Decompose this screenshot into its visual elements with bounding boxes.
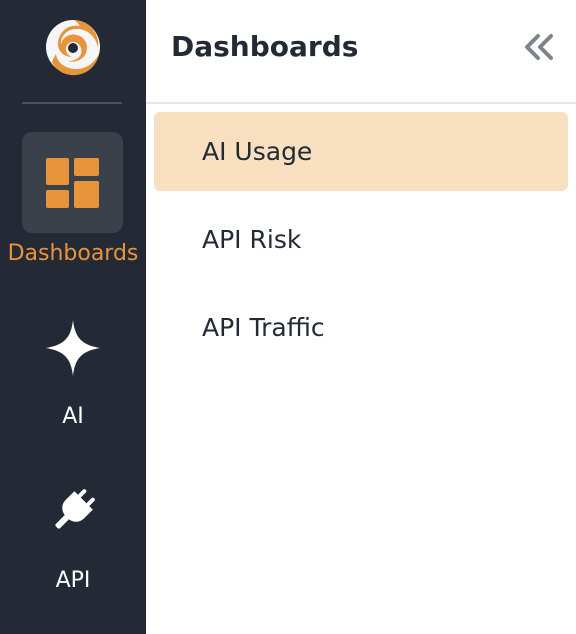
dashboard-grid-icon	[46, 158, 99, 208]
dashboard-item-api-traffic[interactable]: API Traffic	[154, 288, 568, 367]
double-chevron-left-icon	[525, 34, 553, 60]
rail-item-ai[interactable]: AI	[0, 316, 146, 436]
rail-item-dashboards-highlight	[22, 132, 123, 233]
dashboard-list: AI Usage API Risk API Traffic	[154, 112, 568, 376]
icon-rail: Dashboards AI API	[0, 0, 146, 634]
rail-item-api[interactable]: API	[0, 484, 146, 604]
panel-title: Dashboards	[171, 30, 359, 63]
sparkle-icon	[46, 320, 100, 376]
dashboard-item-ai-usage[interactable]: AI Usage	[154, 112, 568, 191]
dashboard-item-label: API Risk	[202, 225, 302, 254]
plug-icon	[55, 489, 95, 529]
company-logo[interactable]	[42, 14, 104, 80]
dashboard-item-api-risk[interactable]: API Risk	[154, 200, 568, 279]
rail-item-label: AI	[62, 404, 84, 429]
swirl-logo-icon	[46, 20, 100, 76]
rail-divider	[22, 102, 122, 104]
rail-item-dashboards[interactable]: Dashboards	[0, 132, 146, 272]
dashboards-panel: Dashboards AI Usage API Risk API Traffic	[146, 0, 576, 634]
panel-divider	[146, 102, 576, 104]
dashboard-item-label: AI Usage	[202, 137, 313, 166]
collapse-panel-button[interactable]	[522, 32, 556, 62]
dashboard-item-label: API Traffic	[202, 313, 325, 342]
rail-item-label: API	[55, 568, 91, 593]
rail-item-label: Dashboards	[7, 241, 139, 266]
